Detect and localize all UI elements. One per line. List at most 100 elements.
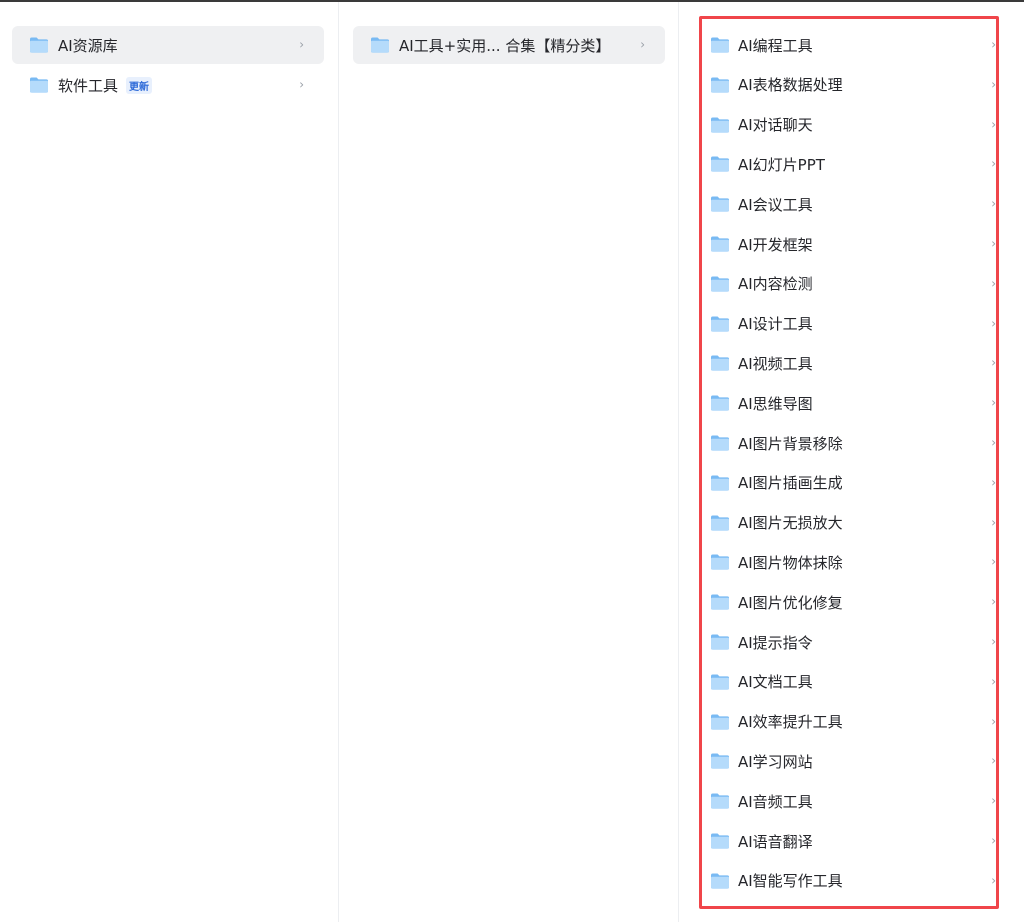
folder-icon	[710, 275, 730, 293]
folder-icon	[710, 553, 730, 571]
chevron-right-icon: ›	[991, 435, 996, 450]
folder-icon	[710, 354, 730, 372]
folder-item[interactable]: AI编程工具 ›	[700, 26, 1008, 64]
chevron-right-icon: ›	[991, 754, 996, 769]
folder-item[interactable]: AI音频工具 ›	[700, 782, 1008, 820]
chevron-right-icon: ›	[991, 356, 996, 371]
chevron-right-icon: ›	[991, 555, 996, 570]
folder-icon	[29, 36, 49, 54]
chevron-right-icon: ›	[991, 196, 996, 211]
chevron-right-icon: ›	[991, 594, 996, 609]
folder-item[interactable]: AI思维导图 ›	[700, 384, 1008, 422]
folder-item[interactable]: AI资源库 ›	[12, 26, 324, 64]
folder-item[interactable]: AI表格数据处理 ›	[700, 66, 1008, 104]
folder-icon	[710, 116, 730, 134]
folder-item-label: AI表格数据处理	[738, 76, 843, 95]
chevron-right-icon: ›	[991, 475, 996, 490]
folder-item[interactable]: AI设计工具 ›	[700, 305, 1008, 343]
folder-item[interactable]: AI对话聊天 ›	[700, 106, 1008, 144]
folder-icon	[710, 36, 730, 54]
folder-item[interactable]: AI学习网站 ›	[700, 742, 1008, 780]
chevron-right-icon: ›	[991, 793, 996, 808]
folder-item[interactable]: AI图片背景移除 ›	[700, 424, 1008, 462]
folder-item[interactable]: AI内容检测 ›	[700, 265, 1008, 303]
chevron-right-icon: ›	[640, 37, 645, 52]
folder-item-label: AI图片物体抹除	[738, 553, 843, 572]
folder-item[interactable]: AI图片优化修复 ›	[700, 583, 1008, 621]
folder-icon	[29, 76, 49, 94]
folder-item-label: AI开发框架	[738, 235, 813, 254]
chevron-right-icon: ›	[991, 833, 996, 848]
folder-item-label: AI学习网站	[738, 752, 813, 771]
folder-icon	[710, 195, 730, 213]
folder-item-label: AI提示指令	[738, 633, 813, 652]
chevron-right-icon: ›	[991, 873, 996, 888]
folder-item-label: AI图片插画生成	[738, 474, 843, 493]
folder-icon	[710, 713, 730, 731]
folder-item[interactable]: AI提示指令 ›	[700, 623, 1008, 661]
folder-item[interactable]: AI图片插画生成 ›	[700, 464, 1008, 502]
chevron-right-icon: ›	[991, 316, 996, 331]
folder-icon	[370, 36, 390, 54]
folder-item[interactable]: AI工具+实用... 合集【精分类】 ›	[353, 26, 665, 64]
folder-item-label: AI会议工具	[738, 195, 813, 214]
chevron-right-icon: ›	[991, 157, 996, 172]
folder-item-label: AI工具+实用... 合集【精分类】	[399, 36, 611, 55]
folder-item-label: AI语音翻译	[738, 832, 813, 851]
folder-item[interactable]: AI图片物体抹除 ›	[700, 543, 1008, 581]
chevron-right-icon: ›	[299, 37, 304, 52]
folder-item-label: AI图片无损放大	[738, 514, 843, 533]
folder-icon	[710, 832, 730, 850]
chevron-right-icon: ›	[991, 634, 996, 649]
chevron-right-icon: ›	[991, 117, 996, 132]
folder-item[interactable]: AI效率提升工具 ›	[700, 703, 1008, 741]
chevron-right-icon: ›	[991, 714, 996, 729]
folder-item-label: AI内容检测	[738, 275, 813, 294]
folder-item[interactable]: AI文档工具 ›	[700, 663, 1008, 701]
chevron-right-icon: ›	[991, 276, 996, 291]
folder-icon	[710, 155, 730, 173]
folder-item-label: AI对话聊天	[738, 116, 813, 135]
folder-item[interactable]: AI视频工具 ›	[700, 344, 1008, 382]
chevron-right-icon: ›	[991, 37, 996, 52]
chevron-right-icon: ›	[991, 515, 996, 530]
folder-item-label: AI思维导图	[738, 394, 813, 413]
folder-item-label: AI视频工具	[738, 354, 813, 373]
folder-icon	[710, 394, 730, 412]
folder-item-label: 软件工具	[58, 76, 119, 95]
folder-item-label: AI音频工具	[738, 792, 813, 811]
folder-icon	[710, 792, 730, 810]
folder-item-label: AI资源库	[58, 36, 118, 55]
folder-icon	[710, 872, 730, 890]
folder-icon	[710, 434, 730, 452]
folder-icon	[710, 235, 730, 253]
folder-item-label: AI图片背景移除	[738, 434, 843, 453]
folder-column-3: AI编程工具 › AI表格数据处理 › AI对话聊天 › AI幻灯片PPT › AI会议…	[679, 2, 1024, 922]
folder-item[interactable]: AI会议工具 ›	[700, 185, 1008, 223]
chevron-right-icon: ›	[991, 236, 996, 251]
chevron-right-icon: ›	[991, 674, 996, 689]
folder-item[interactable]: AI智能写作工具 ›	[700, 862, 1008, 900]
folder-column-2: AI工具+实用... 合集【精分类】 ›	[339, 2, 678, 922]
folder-item[interactable]: AI图片无损放大 ›	[700, 504, 1008, 542]
folder-item[interactable]: AI幻灯片PPT ›	[700, 145, 1008, 183]
folder-item-label: AI编程工具	[738, 36, 813, 55]
folder-icon	[710, 315, 730, 333]
chevron-right-icon: ›	[991, 395, 996, 410]
folder-item-label: AI文档工具	[738, 673, 813, 692]
folder-icon	[710, 514, 730, 532]
chevron-right-icon: ›	[299, 77, 304, 92]
folder-item-label: AI设计工具	[738, 315, 813, 334]
folder-item[interactable]: AI语音翻译 ›	[700, 822, 1008, 860]
folder-icon	[710, 752, 730, 770]
folder-icon	[710, 633, 730, 651]
folder-icon	[710, 76, 730, 94]
folder-icon	[710, 593, 730, 611]
folder-item-label: AI幻灯片PPT	[738, 155, 825, 174]
folder-icon	[710, 673, 730, 691]
folder-item[interactable]: AI开发框架 ›	[700, 225, 1008, 263]
update-badge: 更新	[126, 76, 153, 94]
folder-icon	[710, 474, 730, 492]
folder-item[interactable]: 软件工具 更新 ›	[12, 66, 324, 104]
folder-item-label: AI效率提升工具	[738, 713, 843, 732]
